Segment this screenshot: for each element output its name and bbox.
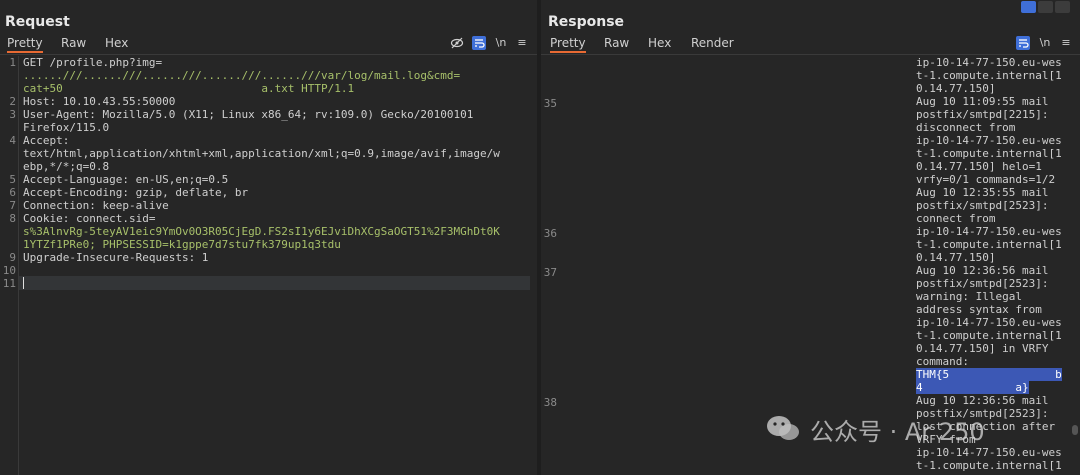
newline-toggle-icon[interactable]: \n: [1038, 36, 1052, 50]
response-line: 0.14.77.150] in VRFY: [916, 342, 1049, 355]
response-line: ip-10-14-77-150.eu-wes: [916, 56, 1062, 69]
response-line: address syntax from: [916, 303, 1042, 316]
request-pane: Request Pretty Raw Hex \n ≡ 1 GET /profil…: [0, 0, 537, 475]
menu-icon[interactable]: ≡: [515, 36, 529, 50]
request-line: Connection: keep-alive: [23, 199, 169, 212]
layout-stacked-icon[interactable]: [1038, 1, 1053, 13]
response-line: Aug 10 12:36:56 mail: [916, 264, 1049, 277]
response-line: t-1.compute.internal[1: [916, 147, 1062, 160]
line-number: 3: [9, 108, 16, 121]
watermark-text: 公众号 · Ar 250: [810, 418, 985, 446]
request-line: Cookie: connect.sid=: [23, 212, 156, 225]
request-line: Accept-Language: en-US,en;q=0.5: [23, 173, 229, 186]
line-number: 5: [9, 173, 16, 186]
response-line: postfix/smtpd[2215]:: [916, 108, 1049, 121]
line-number: 37: [543, 266, 557, 279]
request-title: Request: [5, 14, 70, 30]
scrollbar[interactable]: [1072, 56, 1078, 475]
layout-tabs-icon[interactable]: [1055, 1, 1070, 13]
line-number: 7: [9, 199, 16, 212]
tab-render[interactable]: Render: [691, 36, 734, 50]
menu-icon[interactable]: ≡: [1059, 36, 1073, 50]
response-line: vrfy=0/1 commands=1/2: [916, 173, 1056, 186]
request-line: Host: 10.10.43.55:50000: [23, 95, 176, 108]
selected-flag-text: 4 a}: [916, 381, 1029, 394]
response-line: postfix/smtpd[2523]:: [916, 199, 1049, 212]
request-line: text/html,application/xhtml+xml,applicat…: [23, 147, 500, 160]
request-line: ......///......///......///......///....…: [23, 69, 461, 82]
response-line: t-1.compute.internal[1: [916, 329, 1062, 342]
response-line: command:: [916, 355, 969, 368]
request-line: User-Agent: Mozilla/5.0 (X11; Linux x86_…: [23, 108, 474, 121]
newline-toggle-icon[interactable]: \n: [494, 36, 508, 50]
response-line: connect from: [916, 212, 996, 225]
hide-nonprintable-icon[interactable]: [450, 36, 464, 50]
request-line: s%3AlnvRg-5teyAV1eic9YmOv0O3R05CjEgD.FS2…: [23, 225, 500, 238]
wrap-lines-icon[interactable]: [472, 36, 486, 50]
line-number: 1: [9, 56, 16, 69]
line-number: 10: [2, 264, 16, 277]
response-line: Aug 10 11:09:55 mail: [916, 95, 1049, 108]
request-line: Accept:: [23, 134, 70, 147]
scrollbar-thumb[interactable]: [1072, 425, 1078, 435]
response-line: 0.14.77.150]: [916, 251, 996, 264]
line-number: 6: [9, 186, 16, 199]
response-line: ip-10-14-77-150.eu-wes: [916, 316, 1062, 329]
response-line: t-1.compute.internal[1: [916, 238, 1062, 251]
request-line: ebp,*/*;q=0.8: [23, 160, 110, 173]
request-line: Upgrade-Insecure-Requests: 1: [23, 251, 209, 264]
request-line: Accept-Encoding: gzip, deflate, br: [23, 186, 249, 199]
request-line: 1YTZf1PRe0; PHPSESSID=k1gppe7d7stu7fk379…: [23, 238, 341, 251]
response-line: t-1.compute.internal[1: [916, 69, 1062, 82]
response-line: 0.14.77.150] helo=1: [916, 160, 1042, 173]
response-line: disconnect from: [916, 121, 1016, 134]
request-line: Firefox/115.0: [23, 121, 110, 134]
request-line: GET /profile.php?img=: [23, 56, 163, 69]
line-number: 11: [2, 277, 16, 290]
response-tabs: Pretty Raw Hex Render: [541, 33, 1080, 55]
response-line: ip-10-14-77-150.eu-wes: [916, 225, 1062, 238]
gutter-divider: [18, 56, 19, 475]
tab-raw[interactable]: Raw: [61, 36, 86, 50]
response-line: Aug 10 12:36:56 mail: [916, 394, 1049, 407]
layout-switcher: [1021, 1, 1070, 15]
response-line: t-1.compute.internal[1: [916, 459, 1062, 472]
line-number: 8: [9, 212, 16, 225]
tab-pretty[interactable]: Pretty: [7, 36, 43, 53]
tab-raw[interactable]: Raw: [604, 36, 629, 50]
line-number: 35: [543, 97, 557, 110]
line-number: 4: [9, 134, 16, 147]
selected-flag-text: THM{5 b: [916, 368, 1062, 381]
response-line: 0.14.77.150]: [916, 82, 996, 95]
tab-hex[interactable]: Hex: [648, 36, 671, 50]
response-line: warning: Illegal: [916, 290, 1022, 303]
wrap-lines-icon[interactable]: [1016, 36, 1030, 50]
tab-hex[interactable]: Hex: [105, 36, 128, 50]
line-number: 36: [543, 227, 557, 240]
wechat-icon: [767, 416, 799, 440]
layout-side-by-side-icon[interactable]: [1021, 1, 1036, 13]
line-number: 9: [9, 251, 16, 264]
request-line: cat+50 a.txt HTTP/1.1: [23, 82, 355, 95]
current-line-highlight: [19, 276, 530, 290]
line-number: 38: [543, 396, 557, 409]
line-number: 2: [9, 95, 16, 108]
response-line: ip-10-14-77-150.eu-wes: [916, 446, 1062, 459]
response-line: postfix/smtpd[2523]:: [916, 277, 1049, 290]
response-title: Response: [548, 14, 625, 30]
response-line: Aug 10 12:35:55 mail: [916, 186, 1049, 199]
response-line: ip-10-14-77-150.eu-wes: [916, 134, 1062, 147]
response-pane: Response Pretty Raw Hex Render \n ≡ 35 36…: [541, 0, 1080, 475]
tab-pretty[interactable]: Pretty: [550, 36, 586, 53]
text-caret: [23, 277, 24, 289]
